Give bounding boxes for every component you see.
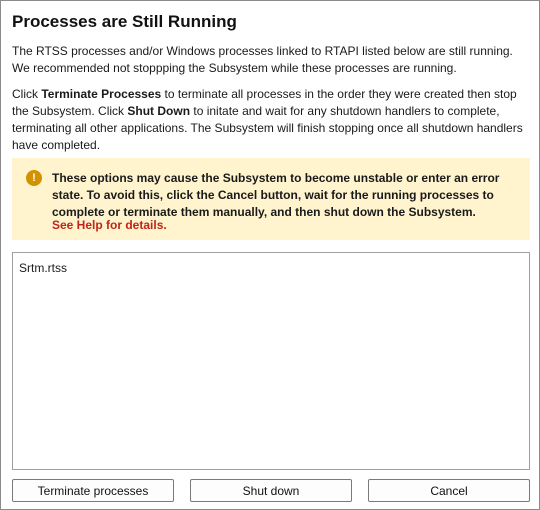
warning-icon: ! [26, 170, 42, 186]
warning-text: These options may cause the Subsystem to… [52, 171, 500, 219]
cancel-button[interactable]: Cancel [368, 479, 530, 502]
terminate-processes-term: Terminate Processes [41, 87, 162, 101]
instructions-paragraph: Click Terminate Processes to terminate a… [12, 86, 532, 154]
warning-banner: ! These options may cause the Subsystem … [12, 158, 530, 240]
processes-running-dialog: Processes are Still Running The RTSS pro… [0, 0, 540, 510]
terminate-processes-button[interactable]: Terminate processes [12, 479, 174, 502]
process-list[interactable]: Srtm.rtss [12, 252, 530, 470]
info-paragraph: The RTSS processes and/or Windows proces… [12, 44, 513, 75]
dialog-title: Processes are Still Running [12, 12, 237, 31]
list-item[interactable]: Srtm.rtss [19, 261, 67, 275]
instructions-text-1: Click [12, 87, 42, 101]
shut-down-button[interactable]: Shut down [190, 479, 352, 502]
shut-down-term: Shut Down [127, 104, 191, 118]
help-link[interactable]: See Help for details. [52, 218, 167, 232]
